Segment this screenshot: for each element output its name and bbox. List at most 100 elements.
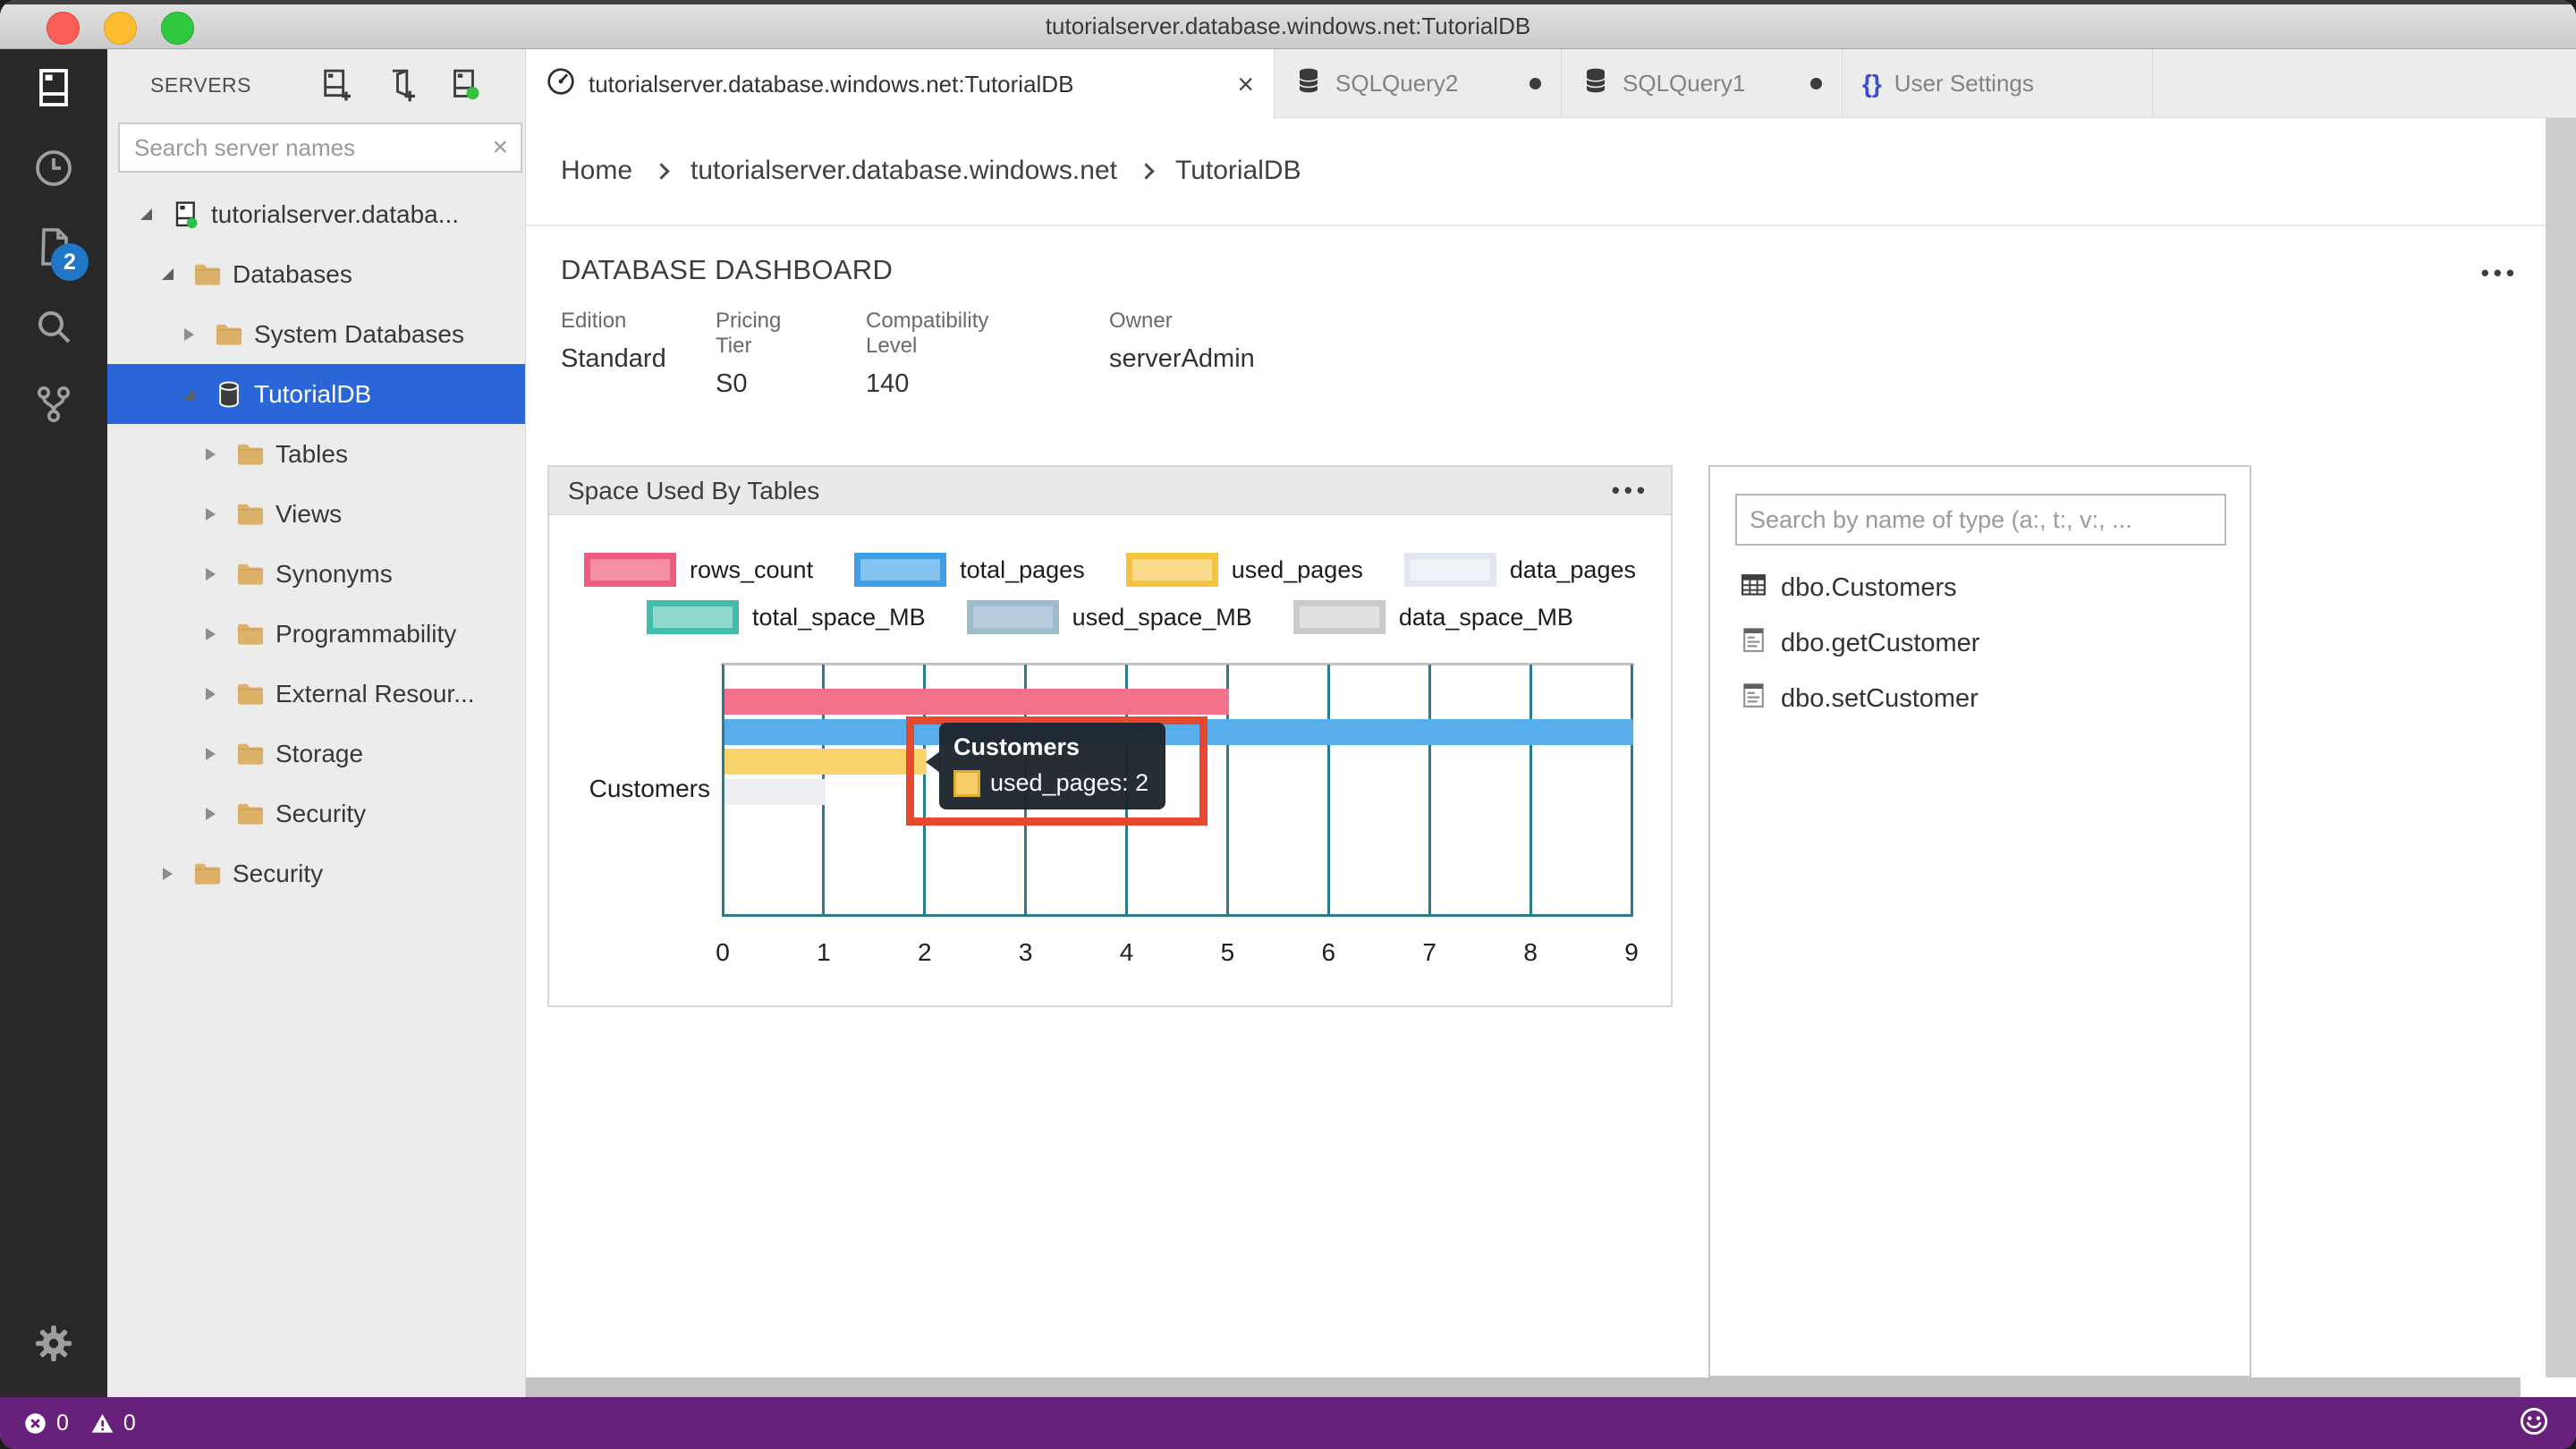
twisty-expanded-icon[interactable] (177, 388, 200, 400)
breadcrumb-item-home[interactable]: Home (561, 156, 632, 186)
twisty-expanded-icon[interactable] (156, 268, 179, 280)
bar-used-pages[interactable] (724, 749, 927, 775)
twisty-collapsed-icon[interactable] (177, 328, 200, 341)
zoom-window-button[interactable] (161, 12, 194, 45)
errors-icon[interactable] (23, 1411, 47, 1436)
vertical-scrollbar[interactable] (2546, 118, 2576, 1377)
search-objects-widget: dbo.Customersdbo.getCustomerdbo.setCusto… (1708, 465, 2251, 1377)
close-tab-icon[interactable]: × (1237, 70, 1254, 98)
folder-icon (231, 560, 270, 588)
tree-item-system-databases[interactable]: System Databases (107, 304, 525, 364)
server-search-box: × (118, 123, 522, 173)
server-tree: tutorialserver.databa...DatabasesSystem … (107, 184, 525, 903)
legend-label: used_pages (1232, 556, 1363, 584)
chevron-right-icon (653, 163, 669, 179)
server-search-input[interactable] (120, 134, 479, 162)
folder-icon (231, 620, 270, 648)
tooltip-value: used_pages: 2 (990, 769, 1148, 797)
warnings-icon[interactable] (90, 1411, 114, 1436)
twisty-collapsed-icon[interactable] (199, 448, 222, 461)
breadcrumb-item-tutorialdb[interactable]: TutorialDB (1175, 156, 1301, 186)
tree-item-security[interactable]: Security (107, 843, 525, 903)
legend-item-total-pages[interactable]: total_pages (854, 553, 1085, 587)
object-item-dbo-setcustomer[interactable]: dbo.setCustomer (1710, 671, 2250, 726)
object-item-dbo-getcustomer[interactable]: dbo.getCustomer (1710, 615, 2250, 671)
close-window-button[interactable] (47, 12, 80, 45)
tree-item-label: External Resour... (275, 680, 475, 708)
feedback-smiley-icon[interactable] (2519, 1406, 2549, 1441)
titlebar: tutorialserver.database.windows.net:Tuto… (0, 4, 2576, 49)
tree-item-databases[interactable]: Databases (107, 244, 525, 304)
legend-item-used-pages[interactable]: used_pages (1126, 553, 1363, 587)
unsaved-changes-dot (1810, 78, 1822, 89)
new-server-group-icon[interactable] (384, 67, 419, 103)
twisty-collapsed-icon[interactable] (199, 568, 222, 580)
tab-user-settings[interactable]: {}User Settings (1843, 49, 2153, 118)
task-history-icon[interactable] (32, 147, 75, 190)
minimize-window-button[interactable] (104, 12, 137, 45)
twisty-collapsed-icon[interactable] (199, 748, 222, 760)
x-tick-label: 9 (1605, 938, 1658, 967)
servers-icon[interactable] (32, 66, 75, 109)
tree-item-programmability[interactable]: Programmability (107, 604, 525, 664)
breadcrumb-item-tutorialserver-database-windows-net[interactable]: tutorialserver.database.windows.net (691, 156, 1117, 186)
error-count: 0 (56, 1411, 69, 1436)
legend-label: data_space_MB (1399, 604, 1573, 631)
tree-item-synonyms[interactable]: Synonyms (107, 544, 525, 604)
twisty-collapsed-icon[interactable] (199, 508, 222, 521)
legend-item-data-pages[interactable]: data_pages (1404, 553, 1636, 587)
horizontal-scrollbar[interactable] (526, 1377, 2521, 1397)
tree-item-external-resour[interactable]: External Resour... (107, 664, 525, 724)
window-top-edge (0, 0, 2576, 4)
search-icon[interactable] (32, 305, 75, 348)
tab-sqlquery1[interactable]: SQLQuery1 (1562, 49, 1843, 118)
object-item-dbo-customers[interactable]: dbo.Customers (1710, 560, 2250, 615)
tree-item-tutorialdb[interactable]: TutorialDB (107, 364, 525, 424)
new-connection-icon[interactable] (319, 67, 355, 103)
twisty-collapsed-icon[interactable] (156, 868, 179, 880)
tab-label: tutorialserver.database.windows.net:Tuto… (589, 71, 1073, 98)
dashboard-gauge-icon (546, 66, 576, 103)
page-title: DATABASE DASHBOARD (561, 254, 893, 286)
legend-swatch (854, 553, 946, 587)
active-connections-icon[interactable] (448, 67, 484, 103)
bar-data-pages[interactable] (724, 779, 826, 805)
legend-item-used-space-mb[interactable]: used_space_MB (967, 600, 1252, 634)
property-value: 140 (866, 369, 988, 399)
legend-item-total-space-mb[interactable]: total_space_MB (647, 600, 926, 634)
open-editors-badge: 2 (51, 243, 89, 281)
gridline (1631, 665, 1633, 917)
twisty-collapsed-icon[interactable] (199, 628, 222, 640)
dashboard-actions-ellipsis[interactable]: ••• (2481, 259, 2519, 287)
x-tick-label: 8 (1504, 938, 1557, 967)
divider (526, 225, 2576, 226)
tree-item-tutorialserver-databa[interactable]: tutorialserver.databa... (107, 184, 525, 244)
property-owner: OwnerserverAdmin (1109, 309, 1255, 374)
object-search-input[interactable] (1735, 494, 2226, 546)
tree-item-security[interactable]: Security (107, 784, 525, 843)
tree-item-tables[interactable]: Tables (107, 424, 525, 484)
source-control-icon[interactable] (32, 383, 75, 426)
activity-bar: 2 (0, 49, 107, 1397)
widget-header: Space Used By Tables ••• (549, 467, 1671, 515)
settings-gear-icon[interactable] (32, 1322, 75, 1365)
tab-sqlquery2[interactable]: SQLQuery2 (1275, 49, 1562, 118)
widget-actions-ellipsis[interactable]: ••• (1612, 477, 1649, 504)
legend-item-data-space-mb[interactable]: data_space_MB (1293, 600, 1573, 634)
twisty-expanded-icon[interactable] (134, 208, 157, 220)
tab-label: SQLQuery2 (1335, 70, 1458, 97)
bar-rows-count[interactable] (724, 689, 1229, 715)
chart-tooltip: Customers used_pages: 2 (939, 723, 1165, 809)
property-value: serverAdmin (1109, 344, 1255, 374)
x-tick-label: 5 (1200, 938, 1254, 967)
tab-tutorialserver-database-windows-net-tutorialdb[interactable]: tutorialserver.database.windows.net:Tuto… (526, 49, 1275, 119)
clear-search-icon[interactable]: × (479, 132, 521, 163)
twisty-collapsed-icon[interactable] (199, 688, 222, 700)
tree-item-views[interactable]: Views (107, 484, 525, 544)
table-icon (1739, 570, 1768, 606)
twisty-collapsed-icon[interactable] (199, 808, 222, 820)
stored-procedure-icon (1739, 681, 1768, 717)
gridline (1428, 665, 1431, 917)
tree-item-storage[interactable]: Storage (107, 724, 525, 784)
legend-item-rows-count[interactable]: rows_count (584, 553, 813, 587)
